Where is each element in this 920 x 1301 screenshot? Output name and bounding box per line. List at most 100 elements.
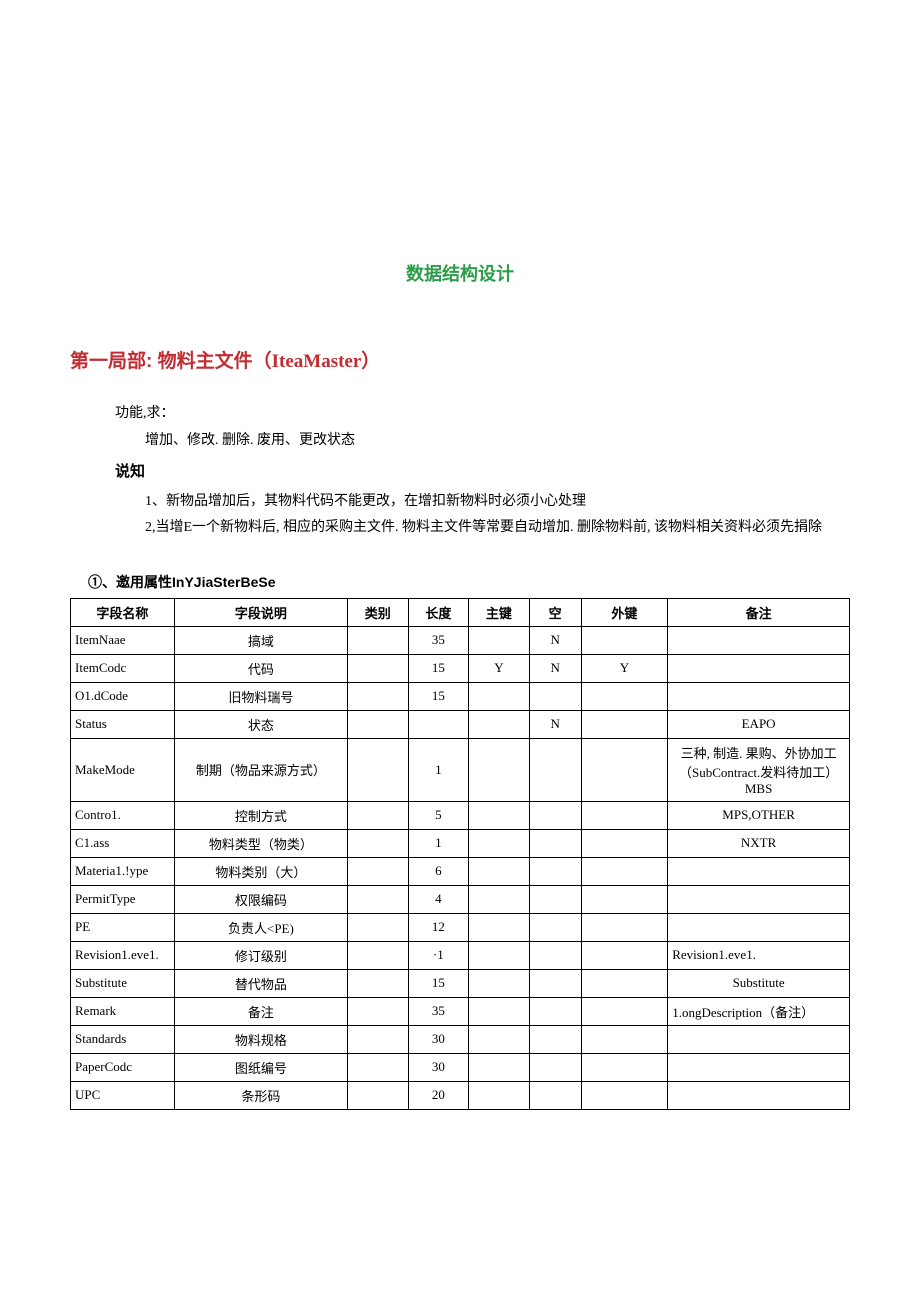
table-header-row: 字段名称 字段说明 类别 长度 主键 空 外键 备注 (71, 598, 850, 626)
table-cell (581, 829, 668, 857)
table-cell (469, 682, 530, 710)
table-row: UPC条形码20 (71, 1081, 850, 1109)
table-cell: 15 (408, 682, 469, 710)
table-cell (581, 1081, 668, 1109)
table-cell (529, 969, 581, 997)
table-cell (668, 626, 850, 654)
table-cell (347, 997, 408, 1025)
table-cell (581, 885, 668, 913)
table-cell (581, 857, 668, 885)
table-cell (529, 1081, 581, 1109)
table-cell: 修订级别 (174, 941, 347, 969)
table-cell (529, 885, 581, 913)
function-line: 增加、修改. 删除. 废用、更改状态 (70, 428, 850, 455)
table-cell (469, 710, 530, 738)
table-cell (469, 941, 530, 969)
table-cell: 条形码 (174, 1081, 347, 1109)
table-cell: 30 (408, 1053, 469, 1081)
table-cell: Revision1.eve1. (71, 941, 175, 969)
table-cell (347, 913, 408, 941)
table-1-body: ItemNaae搞域35NItemCodc代码15YNYO1.dCode旧物料瑞… (71, 626, 850, 1109)
table-cell (469, 1053, 530, 1081)
table-cell: ItemNaae (71, 626, 175, 654)
table-cell: Substitute (668, 969, 850, 997)
table-cell: O1.dCode (71, 682, 175, 710)
table-cell (668, 913, 850, 941)
table-cell: Materia1.!ype (71, 857, 175, 885)
table-cell (347, 626, 408, 654)
table-cell: Y (581, 654, 668, 682)
table-cell (529, 801, 581, 829)
table-row: O1.dCode旧物料瑞号15 (71, 682, 850, 710)
table-row: Substitute替代物品15Substitute (71, 969, 850, 997)
note-line-2: 2,当增E一个新物料后, 相应的采购主文件. 物料主文件等常要自动增加. 删除物… (70, 515, 850, 542)
table-cell: 35 (408, 626, 469, 654)
table-cell: 三种, 制造. 果购、外协加工（SubContract.发料待加工）MBS (668, 738, 850, 801)
table-row: Status状态NEAPO (71, 710, 850, 738)
table-cell (668, 857, 850, 885)
table-row: Standards物料规格30 (71, 1025, 850, 1053)
th-length: 长度 (408, 598, 469, 626)
table-cell (668, 654, 850, 682)
th-null: 空 (529, 598, 581, 626)
table-cell (347, 654, 408, 682)
section-heading-body: 物料主文件（ (152, 351, 271, 372)
table-cell: PermitType (71, 885, 175, 913)
table-cell: ·1 (408, 941, 469, 969)
table-cell (469, 997, 530, 1025)
table-cell (581, 997, 668, 1025)
note-line-1: 1、新物品增加后，其物料代码不能更改，在增扣新物料时必须小心处理 (70, 489, 850, 516)
table-row: Materia1.!ype物料类别（大）6 (71, 857, 850, 885)
table-cell (668, 1025, 850, 1053)
table-cell (469, 1025, 530, 1053)
table-cell: Contro1. (71, 801, 175, 829)
table-cell: 物料规格 (174, 1025, 347, 1053)
table-cell: 1 (408, 829, 469, 857)
table-cell (529, 1053, 581, 1081)
table-row: MakeMode制期（物品来源方式）1三种, 制造. 果购、外协加工（SubCo… (71, 738, 850, 801)
table-cell (529, 857, 581, 885)
th-field-name: 字段名称 (71, 598, 175, 626)
table-cell: 状态 (174, 710, 347, 738)
table-cell (469, 885, 530, 913)
table-cell: 4 (408, 885, 469, 913)
table-cell (529, 1025, 581, 1053)
th-remark: 备注 (668, 598, 850, 626)
table-cell: Revision1.eve1. (668, 941, 850, 969)
table-cell (469, 1081, 530, 1109)
table-cell (347, 829, 408, 857)
table-cell: C1.ass (71, 829, 175, 857)
table-cell: 35 (408, 997, 469, 1025)
table-row: PE负责人<PE)12 (71, 913, 850, 941)
table-row: ItemNaae搞域35N (71, 626, 850, 654)
table-cell (347, 857, 408, 885)
table-row: ItemCodc代码15YNY (71, 654, 850, 682)
table-cell: 物料类别（大） (174, 857, 347, 885)
table-cell (469, 829, 530, 857)
table-cell (469, 913, 530, 941)
table-row: Contro1.控制方式5MPS,OTHER (71, 801, 850, 829)
table-cell (581, 1053, 668, 1081)
table-cell: EAPO (668, 710, 850, 738)
section-heading-suffix: ） (361, 351, 380, 372)
table-cell (469, 738, 530, 801)
table-cell (347, 738, 408, 801)
function-block: 功能,求： 增加、修改. 删除. 废用、更改状态 说知 1、新物品增加后，其物料… (70, 401, 850, 542)
th-fk: 外键 (581, 598, 668, 626)
table-cell (408, 710, 469, 738)
table-cell (469, 969, 530, 997)
table-cell: ItemCodc (71, 654, 175, 682)
table-cell: 替代物品 (174, 969, 347, 997)
table-cell: N (529, 654, 581, 682)
table-cell (581, 738, 668, 801)
table-cell: 20 (408, 1081, 469, 1109)
table-cell: 搞域 (174, 626, 347, 654)
table-cell (529, 738, 581, 801)
function-label: 功能,求： (70, 401, 850, 428)
table-cell (469, 857, 530, 885)
table-cell: 15 (408, 654, 469, 682)
table-cell: 30 (408, 1025, 469, 1053)
th-field-desc: 字段说明 (174, 598, 347, 626)
section-heading-prefix: 第一局部: (70, 351, 152, 372)
page-content: 数据结构设计 第一局部: 物料主文件（IteaMaster） 功能,求： 增加、… (0, 0, 920, 1190)
